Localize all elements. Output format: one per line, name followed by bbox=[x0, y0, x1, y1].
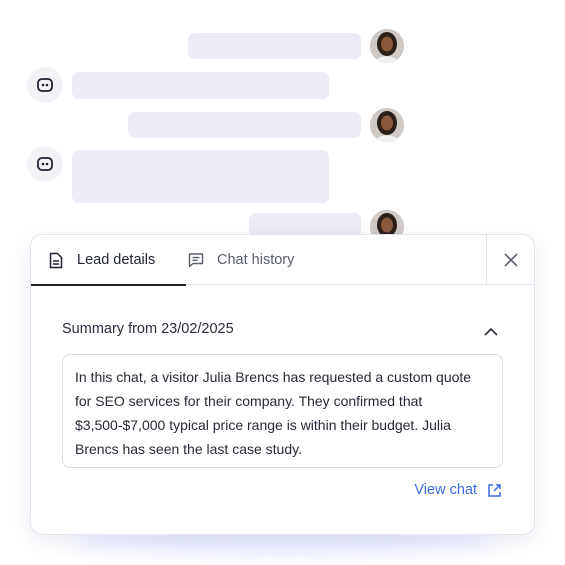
bot-avatar bbox=[27, 67, 63, 103]
message-icon bbox=[187, 251, 205, 269]
bot-message-bubble bbox=[72, 72, 329, 99]
visitor-message-bubble bbox=[128, 112, 361, 138]
collapse-summary-button[interactable] bbox=[484, 323, 498, 341]
document-icon bbox=[47, 251, 65, 269]
close-icon bbox=[503, 253, 518, 267]
close-button[interactable] bbox=[486, 235, 534, 285]
summary-text: In this chat, a visitor Julia Brencs has… bbox=[62, 354, 503, 468]
tab-lead-details-label: Lead details bbox=[77, 252, 156, 268]
visitor-avatar bbox=[370, 108, 404, 142]
visitor-avatar bbox=[370, 29, 404, 63]
tab-chat-history[interactable]: Chat history bbox=[187, 235, 294, 285]
bot-icon bbox=[37, 78, 53, 92]
tab-chat-history-label: Chat history bbox=[217, 252, 295, 268]
lead-details-panel: Lead details Chat history Summary from 2… bbox=[30, 234, 535, 535]
panel-tabs: Lead details Chat history bbox=[31, 235, 534, 286]
external-link-icon bbox=[487, 483, 502, 498]
summary-heading: Summary from 23/02/2025 bbox=[62, 321, 234, 337]
visitor-message-bubble bbox=[188, 33, 361, 59]
bot-message-bubble bbox=[72, 150, 329, 203]
bot-avatar bbox=[27, 146, 63, 182]
chevron-up-icon bbox=[484, 327, 498, 336]
view-chat-link[interactable]: View chat bbox=[414, 482, 502, 498]
tab-lead-details[interactable]: Lead details bbox=[31, 235, 186, 286]
view-chat-label: View chat bbox=[414, 482, 477, 498]
